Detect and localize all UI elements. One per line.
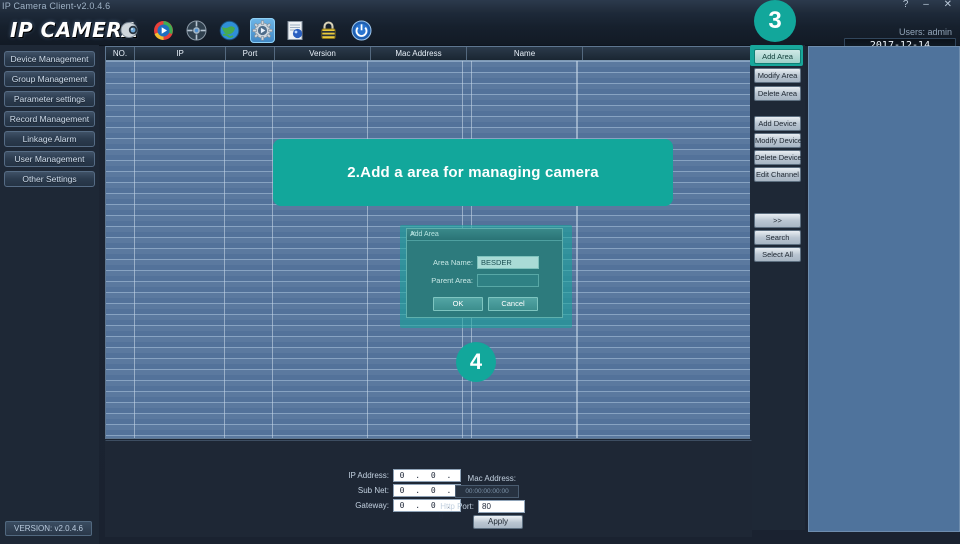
parent-area-input[interactable] (477, 274, 539, 287)
button-[interactable]: >> (754, 213, 801, 228)
area-name-row: Area Name: BESDER (429, 256, 539, 269)
table-column-header[interactable]: IP (135, 47, 226, 60)
table-column-divider (134, 61, 135, 438)
parent-area-row: Parent Area: (429, 274, 539, 287)
table-row-band (106, 381, 751, 386)
dialog-title-bar: Add Area ✕ (407, 229, 562, 241)
sidebar-item-parameter-settings[interactable]: Parameter settings (4, 91, 95, 107)
highlight-box: Add Area (750, 45, 803, 66)
mac-address-label: Mac Address: (467, 474, 516, 483)
ip-address-row: IP Address: 0 . 0 . 0 . 0 (337, 469, 461, 491)
button-delete-device[interactable]: Delete Device (754, 150, 802, 165)
table-row-band (106, 62, 751, 67)
table-row-band (106, 392, 751, 397)
window-title: IP Camera Client-v2.0.4.6 (2, 1, 111, 11)
table-row-band (106, 95, 751, 100)
parent-area-label: Parent Area: (431, 276, 473, 285)
app-header: IP CAMERA Users: admin 2017-12-14 10:25:… (0, 12, 960, 64)
add-area-dialog[interactable]: Add Area ✕ Area Name: BESDER Parent Area… (406, 228, 563, 318)
dialog-cancel-button[interactable]: Cancel (488, 297, 538, 311)
table-column-header[interactable]: Mac Address (371, 47, 467, 60)
table-row-band (106, 403, 751, 408)
mac-address-input: 00:00:00:00:00 (455, 485, 519, 498)
http-port-input[interactable]: 80 (478, 500, 525, 513)
sidebar-item-linkage-alarm[interactable]: Linkage Alarm (4, 131, 95, 147)
dialog-close-icon[interactable]: ✕ (410, 229, 559, 240)
sidebar-item-record-management[interactable]: Record Management (4, 111, 95, 127)
area-name-label: Area Name: (432, 258, 473, 267)
gateway-label: Gateway: (355, 501, 389, 510)
table-column-header[interactable]: Version (275, 47, 371, 60)
window-controls: ? – ✕ (901, 0, 958, 10)
table-row-band (106, 84, 751, 89)
main-toolbar (118, 16, 374, 44)
table-row-band (106, 337, 751, 342)
table-row-band (106, 370, 751, 375)
table-row-band (106, 436, 751, 438)
area-tree-panel[interactable] (808, 46, 960, 532)
ip-address-input[interactable]: 0 . 0 . 0 . 0 (393, 469, 461, 491)
step-badge-3: 3 (754, 0, 796, 42)
ptz-joystick-icon[interactable] (184, 18, 209, 43)
current-user-label: Users: admin (898, 27, 952, 37)
play-icon[interactable] (151, 18, 176, 43)
http-port-row: Http Port: 80 (440, 500, 525, 513)
settings-gear-icon[interactable] (250, 17, 275, 43)
step-badge-4: 4 (456, 342, 496, 382)
table-row-band (106, 359, 751, 364)
sidebar-item-group-management[interactable]: Group Management (4, 71, 95, 87)
sidebar-item-device-management[interactable]: Device Management (4, 51, 95, 67)
camera-icon[interactable] (118, 18, 143, 43)
button-add-area[interactable]: Add Area (754, 49, 801, 64)
table-row-band (106, 425, 751, 430)
globe-icon[interactable] (217, 18, 242, 43)
table-column-header[interactable]: NO. (106, 47, 135, 60)
button-edit-channel[interactable]: Edit Channel (754, 167, 801, 182)
app-window: IP Camera Client-v2.0.4.6 ? – ✕ IP CAMER… (0, 0, 960, 544)
table-row-band (106, 414, 751, 419)
version-label: VERSION: v2.0.4.6 (5, 521, 92, 536)
minimize-button[interactable]: – (921, 0, 935, 10)
apply-button[interactable]: Apply (473, 515, 523, 529)
subnet-input[interactable]: 0 . 0 . 0 . 0 (393, 484, 461, 506)
close-button[interactable]: ✕ (942, 0, 958, 10)
table-column-divider (577, 61, 578, 438)
http-port-label: Http Port: (440, 502, 474, 511)
subnet-label: Sub Net: (357, 486, 389, 495)
table-row-band (106, 216, 751, 221)
left-sidebar: Device Management Group Management Paramet… (0, 45, 99, 544)
table-row-band (106, 106, 751, 111)
button-modify-device[interactable]: Modify Device (754, 133, 802, 148)
table-row-band (106, 128, 751, 133)
log-document-icon[interactable] (283, 18, 308, 43)
dialog-ok-button[interactable]: OK (433, 297, 483, 311)
button-modify-area[interactable]: Modify Area (754, 68, 801, 83)
subnet-row: Sub Net: 0 . 0 . 0 . 0 (337, 484, 461, 506)
area-name-input[interactable]: BESDER (477, 256, 539, 269)
callout-banner: 2.Add a area for managing camera (273, 139, 673, 206)
table-column-divider (576, 61, 577, 438)
table-column-header[interactable]: Port (226, 47, 275, 60)
power-icon[interactable] (349, 18, 374, 43)
table-column-divider (367, 61, 368, 438)
table-row-band (106, 117, 751, 122)
sidebar-item-other-settings[interactable]: Other Settings (4, 171, 95, 187)
button-search[interactable]: Search (754, 230, 801, 245)
sidebar-item-user-management[interactable]: User Management (4, 151, 95, 167)
button-select-all[interactable]: Select All (754, 247, 801, 262)
table-row-band (106, 348, 751, 353)
table-column-divider (224, 61, 225, 438)
table-row-band (106, 73, 751, 78)
table-header-row: NO. IP Port Version Mac Address Name (106, 47, 751, 61)
button-add-device[interactable]: Add Device (754, 116, 801, 131)
ip-address-label: IP Address: (348, 471, 389, 480)
table-column-header[interactable]: Name (467, 47, 583, 60)
action-button-panel: Add Area Modify Area Delete Area Add Device… (750, 45, 805, 530)
help-button[interactable]: ? (901, 0, 915, 10)
table-column-divider (272, 61, 273, 438)
button-delete-area[interactable]: Delete Area (754, 86, 801, 101)
lock-icon[interactable] (316, 18, 341, 43)
